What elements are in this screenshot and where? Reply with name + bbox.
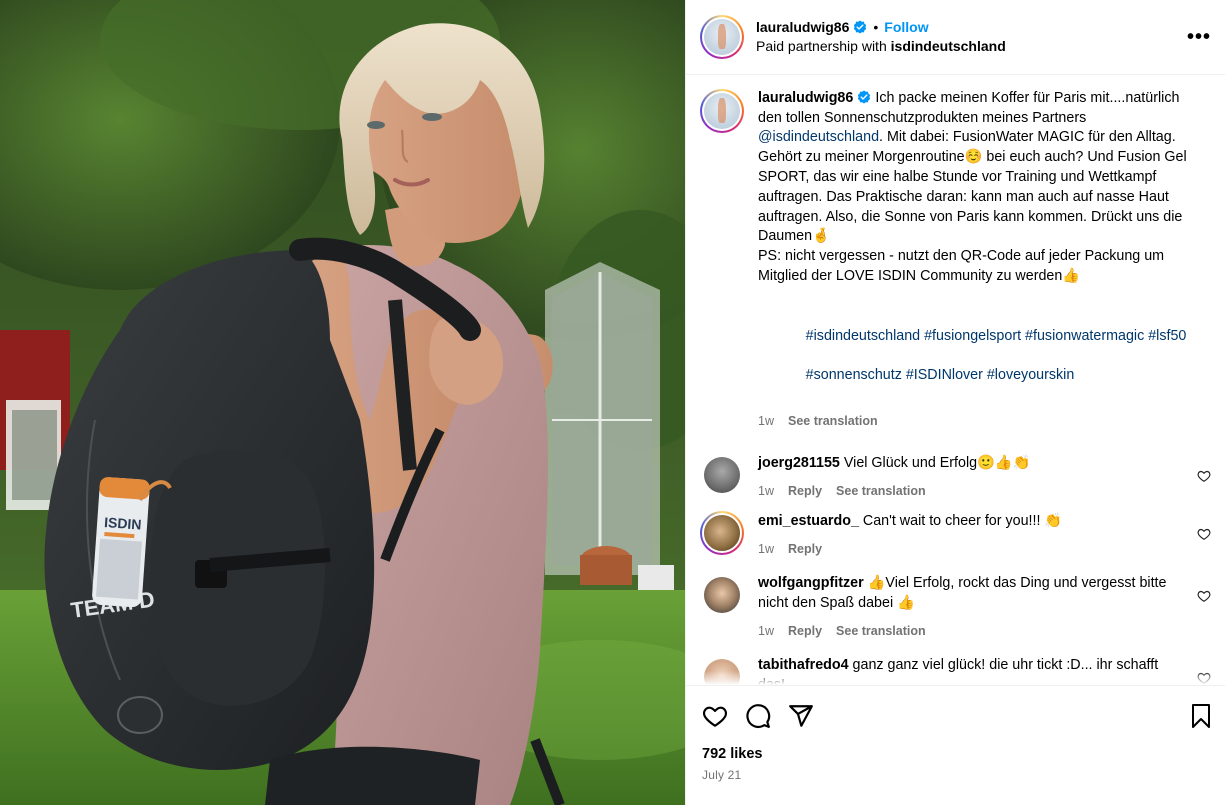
commenter-avatar[interactable]	[700, 510, 744, 555]
share-paper-plane-icon[interactable]	[788, 703, 814, 729]
comment-item: emi_estuardo_ Can't wait to cheer for yo…	[700, 510, 1211, 559]
post-details-panel: lauraludwig86 • Follow Paid partnership …	[685, 0, 1225, 805]
comment-username[interactable]: wolfgangpfitzer	[758, 575, 864, 591]
paid-partnership-label: Paid partnership with isdindeutschland	[756, 38, 1006, 54]
verified-badge-icon	[858, 90, 871, 104]
comment-see-translation[interactable]: See translation	[836, 621, 926, 641]
like-heart-icon[interactable]	[702, 703, 728, 729]
post-header: lauraludwig86 • Follow Paid partnership …	[686, 0, 1225, 75]
comment-item: joerg281155 Viel Glück und Erfolg🙂👍👏 1w …	[700, 453, 1211, 501]
comment-username[interactable]: emi_estuardo_	[758, 513, 859, 529]
comment-like-heart-icon[interactable]	[1197, 589, 1211, 603]
comment-reply-button[interactable]: Reply	[788, 539, 822, 559]
author-avatar[interactable]	[700, 14, 744, 59]
caption-hashtags-line-2[interactable]: #sonnenschutz #ISDINlover #loveyourskin	[806, 367, 1075, 383]
caption-author-avatar[interactable]	[700, 88, 744, 133]
comment-time[interactable]: 1w	[758, 481, 774, 501]
scroll-fade	[686, 670, 1225, 685]
caption-text-2: . Mit dabei: FusionWater MAGIC für den A…	[758, 129, 1187, 284]
product-brand: ISDIN	[104, 514, 142, 533]
caption-time[interactable]: 1w	[758, 412, 774, 432]
comment-text: Viel Glück und Erfolg🙂👍👏	[843, 454, 1031, 471]
caption-mention-link[interactable]: @isdindeutschland	[758, 129, 879, 145]
caption-see-translation[interactable]: See translation	[788, 412, 878, 432]
more-options-icon[interactable]: •••	[1187, 27, 1211, 47]
verified-badge-icon	[854, 20, 867, 34]
comment-username[interactable]: joerg281155	[758, 455, 840, 471]
comment-see-translation[interactable]: See translation	[836, 481, 926, 501]
likes-count[interactable]: 792 likes	[702, 746, 1209, 762]
comment-time[interactable]: 1w	[758, 621, 774, 641]
comment-bubble-icon[interactable]	[745, 703, 771, 729]
comment-reply-button[interactable]: Reply	[788, 481, 822, 501]
post-photo[interactable]: TEAM D ISDIN	[0, 0, 685, 805]
comment-like-heart-icon[interactable]	[1197, 469, 1211, 483]
comment-like-heart-icon[interactable]	[1197, 527, 1211, 541]
partnership-prefix: Paid partnership with	[756, 38, 887, 55]
author-username[interactable]: lauraludwig86	[756, 19, 849, 35]
header-separator: •	[873, 19, 879, 36]
comment-reply-button[interactable]: Reply	[788, 621, 822, 641]
comment-item: wolfgangpfitzer 👍Viel Erfolg, rockt das …	[700, 573, 1211, 641]
caption: lauraludwig86 Ich packe meinen Koffer für…	[700, 88, 1211, 432]
save-bookmark-icon[interactable]	[1189, 703, 1213, 729]
partner-link[interactable]: isdindeutschland	[891, 38, 1006, 54]
post-date[interactable]: July 21	[702, 768, 1209, 782]
comment-time[interactable]: 1w	[758, 539, 774, 559]
comments-scroll-area[interactable]: lauraludwig86 Ich packe meinen Koffer für…	[686, 75, 1225, 685]
comment-text: Can't wait to cheer for you!!! 👏	[862, 512, 1063, 529]
commenter-avatar[interactable]	[704, 576, 740, 613]
caption-username[interactable]: lauraludwig86	[758, 90, 853, 106]
commenter-avatar[interactable]	[704, 456, 740, 493]
post-actions: 792 likes July 21	[686, 684, 1225, 805]
caption-hashtags-line-1[interactable]: #isdindeutschland #fusiongelsport #fusio…	[806, 328, 1187, 344]
follow-button[interactable]: Follow	[884, 19, 928, 35]
post-image: TEAM D ISDIN	[0, 0, 685, 805]
